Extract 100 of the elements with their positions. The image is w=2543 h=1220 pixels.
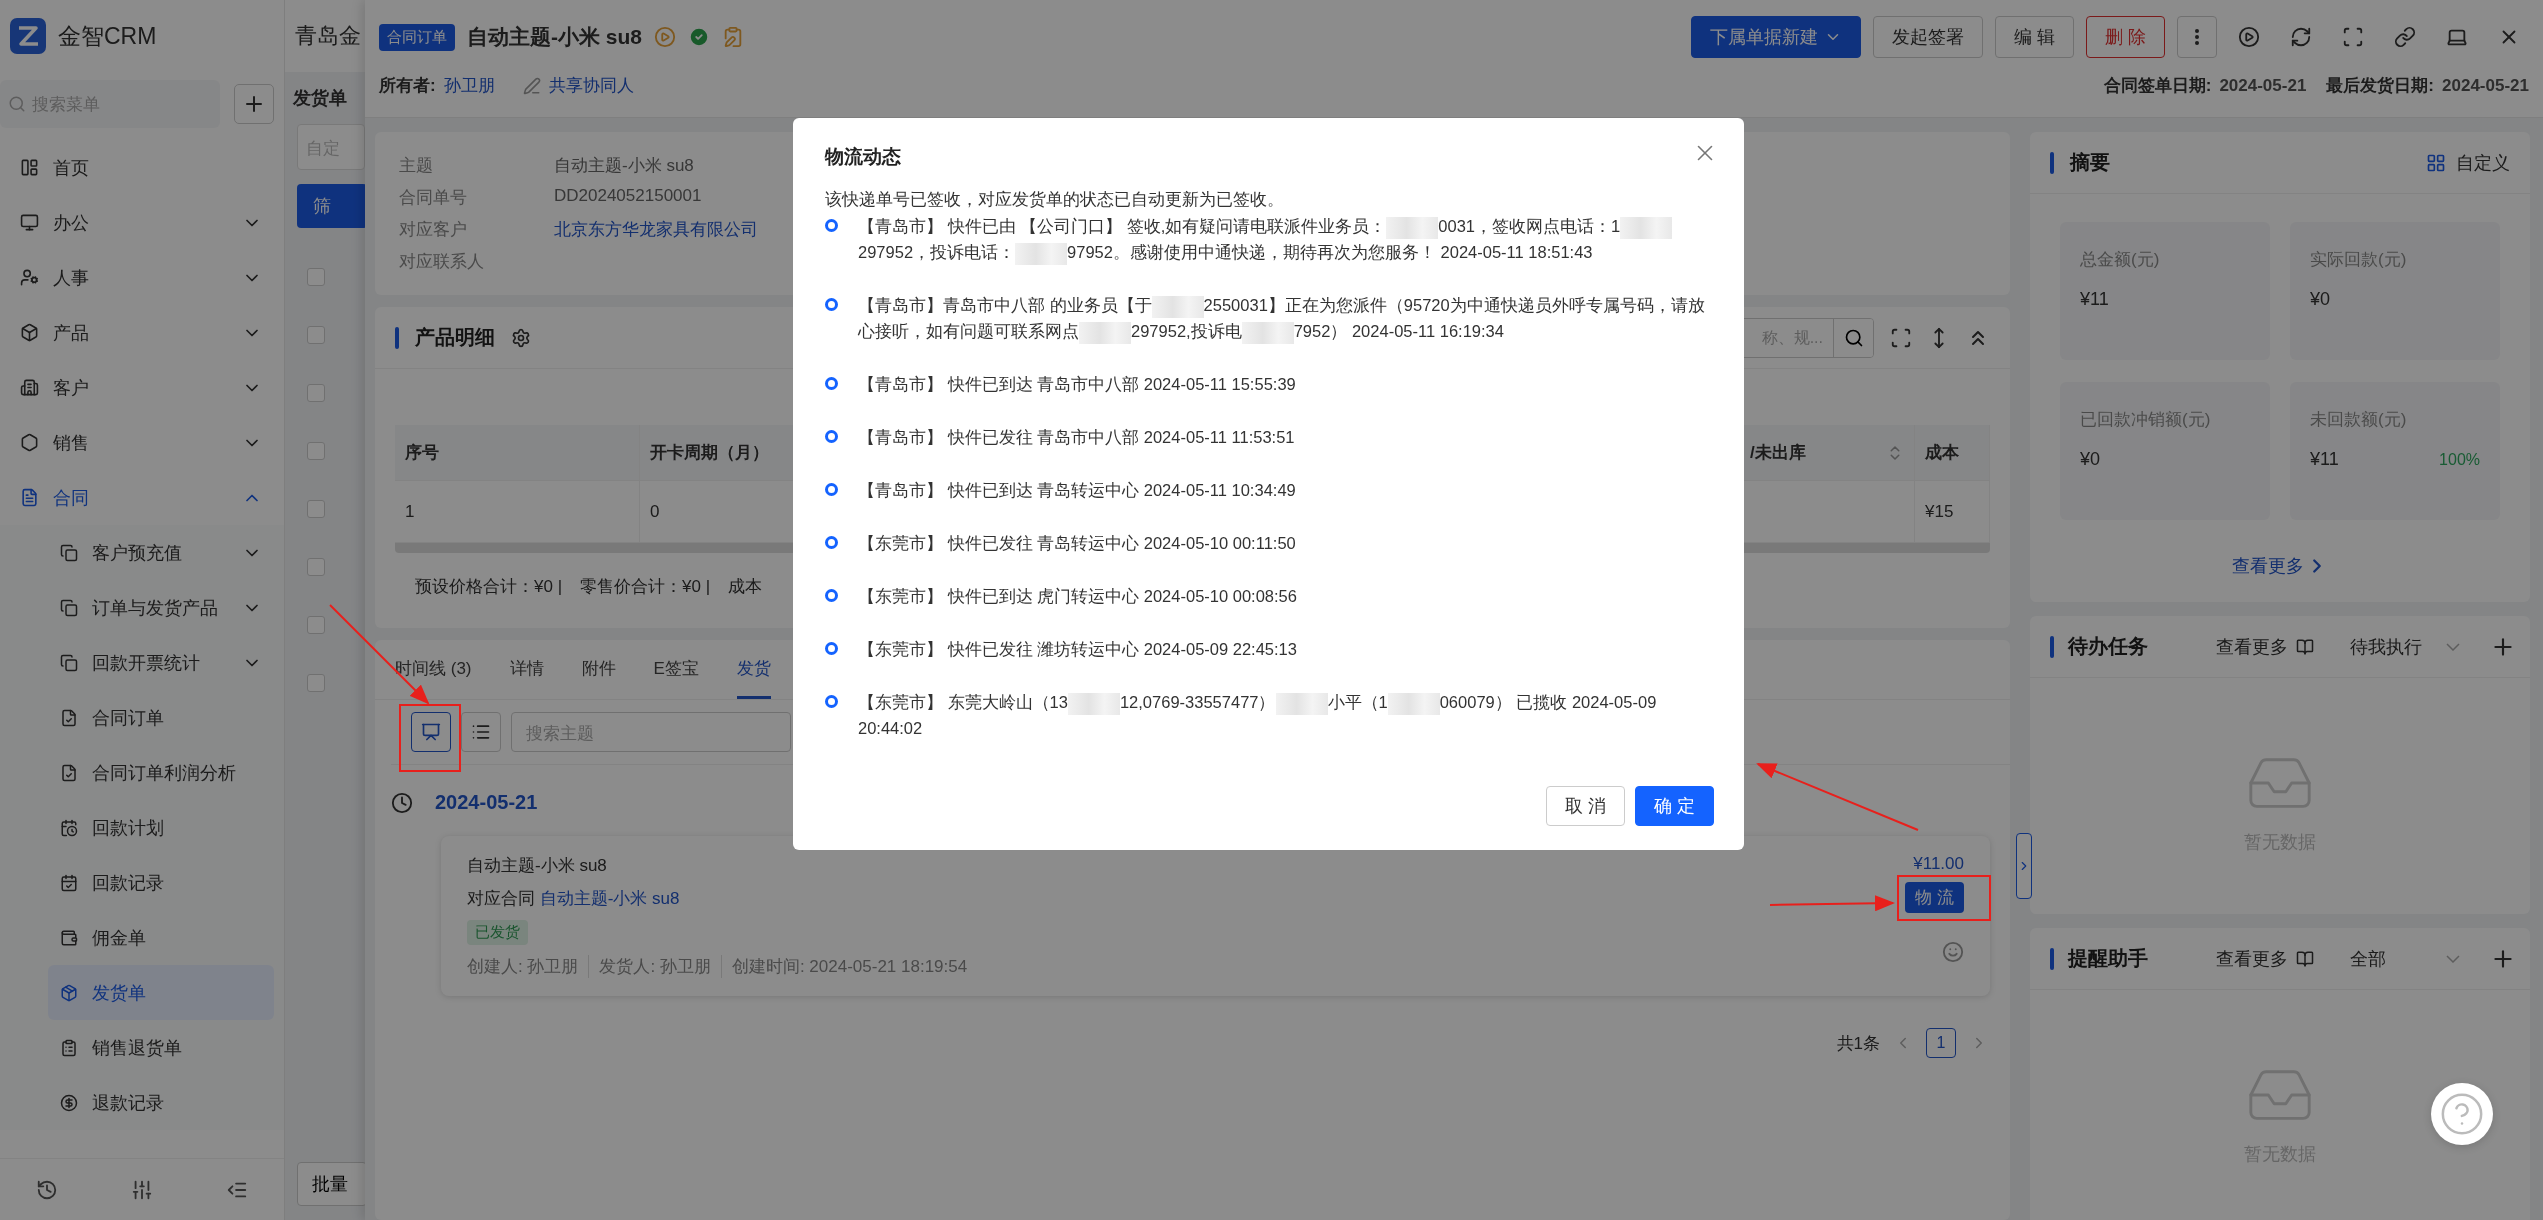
list-view-button[interactable] [461,712,501,752]
toolbar-button[interactable]: 下属单据新建 [1690,16,1861,58]
sidebar-item[interactable]: 客户 [8,360,274,415]
tab[interactable]: 附件 [581,640,616,699]
dialog-button[interactable]: 确 定 [1635,786,1714,826]
clock-icon [391,791,413,814]
filter-button[interactable]: 筛 [297,184,365,228]
page-title: 青岛金 [285,0,365,72]
timeline-date: 2024-05-21 [435,791,538,814]
filter-dropdown[interactable]: 全部 [2350,946,2460,971]
field-value: DD2024052150001 [554,186,702,207]
dialog-title: 物流动态 [825,145,901,169]
field-label: 对应客户 [399,219,468,241]
menu-item-icon [20,323,39,342]
menu-item-icon [60,543,78,562]
page-button[interactable]: 1 [1926,1028,1956,1058]
smile-icon[interactable] [1942,941,1964,963]
view-more-link[interactable]: 查看更多 [2030,530,2530,602]
sidebar-subitem[interactable]: 销售退货单 [48,1020,274,1075]
notice-text: 该快递单号已签收，对应发货单的状态已自动更新为已签收。 [825,189,1284,211]
sidebar-subitem[interactable]: 合同订单利润分析 [48,745,274,800]
add-button[interactable] [234,84,274,124]
sidebar-item[interactable]: 合同 [8,470,274,525]
page-heading: 发货单 [292,87,348,110]
toolbar-button[interactable]: 发起签署 [1872,16,1983,58]
customize-button[interactable]: 自定义 [2426,150,2510,175]
owner-link[interactable]: 孙卫朋 [443,74,495,97]
menu-item-icon [60,1038,78,1057]
tab[interactable]: E签宝 [653,640,699,699]
batch-button[interactable]: 批量 [297,1162,365,1206]
presentation-board-icon [421,722,441,742]
sidebar-subitem[interactable]: 回款记录 [48,855,274,910]
history-icon[interactable] [36,1178,59,1201]
sidebar-item[interactable]: 办公 [8,195,274,250]
row-checkbox[interactable] [307,442,325,460]
more-button[interactable] [2177,16,2217,58]
stat-label: 总金额(元) [2080,249,2161,271]
menu-item-icon [20,433,39,452]
row-checkbox[interactable] [307,384,325,402]
stat-percent: 100% [2439,450,2480,469]
sidebar-subitem[interactable]: 退款记录 [48,1075,274,1130]
filter-dropdown[interactable]: 待我执行 [2350,634,2460,659]
help-icon [2439,1091,2485,1137]
tracking-event-text: 【青岛市】 快件已到达 青岛转运中心 2024-05-11 10:34:49 [858,480,1297,501]
expand-handle[interactable] [2016,833,2032,899]
logistics-button[interactable]: 物 流 [1905,882,1964,913]
menu-item-icon [20,213,39,232]
fullscreen-icon [2342,26,2364,48]
row-checkbox[interactable] [307,558,325,576]
sidebar-item[interactable]: 销售 [8,415,274,470]
tracking-event-text: 【青岛市】 快件已由 【公司门口】 签收,如有疑问请电联派件业务员： 0031，签收网点电话：1 297952，投诉电话： 97952。感谢使用中通快递，期待再次为您服务！ 2024-05-11 18:51:43 [858,213,1714,265]
grid-icon [2426,152,2446,173]
sidebar-item[interactable]: 首页 [8,140,274,195]
menu-item-icon [60,1093,78,1112]
clipboard-icon[interactable] [722,26,744,48]
sidebar-item[interactable]: 产品 [8,305,274,360]
view-more-link[interactable]: 查看更多 [2216,946,2314,971]
menu-item-icon [60,708,78,727]
sidebar-subitem[interactable]: 发货单 [48,965,274,1020]
sidebar-subitem[interactable]: 回款开票统计 [48,635,274,690]
card-title: 提醒助手 [2068,946,2148,971]
view-more-link[interactable]: 查看更多 [2216,634,2314,659]
tab[interactable]: 时间线 (3) [395,640,472,699]
sliders-icon[interactable] [131,1178,153,1201]
customer-link[interactable]: 北京东方华龙家具有限公司 [554,218,758,241]
fullscreen-icon[interactable] [1890,326,1912,349]
row-checkbox[interactable] [307,500,325,518]
sidebar-subitem[interactable]: 订单与发货产品 [48,580,274,635]
column-header: 序号 [395,425,640,480]
row-checkbox[interactable] [307,616,325,634]
timeline-view-button[interactable] [411,712,451,752]
sidebar-subitem[interactable]: 佣金单 [48,910,274,965]
timeline-dot-icon [825,219,838,232]
dialog-button[interactable]: 取 消 [1545,786,1625,826]
tab[interactable]: 发货 [736,640,771,699]
stat-value: ¥11 [2080,289,2109,310]
contract-link[interactable]: 自动主题-小米 su8 [539,889,680,908]
tab[interactable]: 详情 [509,640,544,699]
menu-item-icon [20,378,39,397]
total-text: 预设价格合计：¥0 | [415,576,563,598]
owner-label: 所有者: [379,75,436,97]
sidebar-subitem[interactable]: 客户预充值 [48,525,274,580]
book-icon [2296,637,2314,656]
stat-label: 未回款额(元) [2310,409,2408,431]
row-checkbox[interactable] [307,674,325,692]
table-cell: 1 [395,481,640,542]
menu-item-icon [60,818,78,837]
card-title: 待办任务 [2068,634,2148,659]
row-checkbox[interactable] [307,268,325,286]
sidebar-subitem[interactable]: 回款计划 [48,800,274,855]
share-link[interactable]: 共享协同人 [548,74,634,97]
settings-icon[interactable] [511,327,531,348]
date-label: 合同签单日期: [2103,75,2212,97]
toolbar-button[interactable]: 删 除 [2086,16,2165,58]
sidebar-item[interactable]: 人事 [8,250,274,305]
toolbar-button[interactable]: 编 辑 [1994,16,2074,58]
total-text: 零售价合计：¥0 | [580,576,711,598]
sidebar-subitem[interactable]: 合同订单 [48,690,274,745]
timeline-dot-icon [825,536,838,549]
row-checkbox[interactable] [307,326,325,344]
